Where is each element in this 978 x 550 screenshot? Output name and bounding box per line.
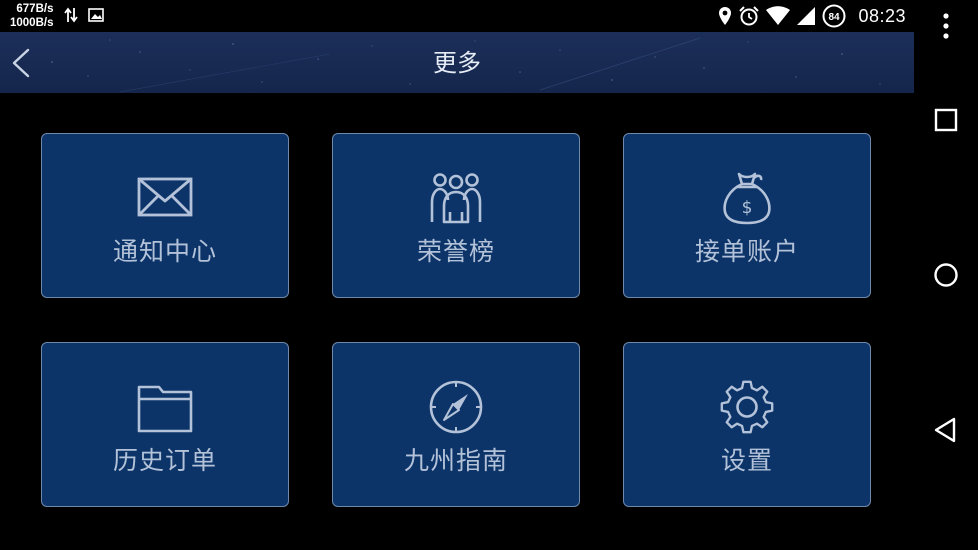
folder-icon xyxy=(137,385,193,433)
money-bag-icon: $ xyxy=(723,172,771,225)
tile-label: 通知中心 xyxy=(112,237,217,266)
tile-label: 荣誉榜 xyxy=(416,237,495,266)
page-title: 更多 xyxy=(433,49,481,77)
tile-label: 九州指南 xyxy=(403,446,508,475)
signal-icon xyxy=(797,7,816,25)
overflow-menu-icon[interactable] xyxy=(930,10,962,42)
tile-honor-board[interactable]: 荣誉榜 xyxy=(332,133,580,298)
alarm-icon xyxy=(739,6,760,26)
tile-settings[interactable]: 设置 xyxy=(623,342,871,507)
net-speed-down: 1000B/s xyxy=(10,17,54,29)
location-pin-icon xyxy=(719,7,732,25)
battery-icon: 84 xyxy=(822,4,846,28)
battery-level: 84 xyxy=(829,12,841,23)
gear-icon xyxy=(720,380,774,434)
gallery-icon xyxy=(88,8,104,22)
status-bar: 677B/s 1000B/s 84 08:23 xyxy=(0,0,914,32)
tile-order-account[interactable]: $ 接单账户 xyxy=(623,133,871,298)
wifi-icon xyxy=(766,6,791,25)
arrows-updown-icon xyxy=(64,7,78,23)
status-right-group: 84 08:23 xyxy=(718,0,906,32)
tile-label: 设置 xyxy=(720,446,773,475)
tile-label: 历史订单 xyxy=(112,446,217,475)
compass-icon xyxy=(429,380,483,434)
people-group-icon xyxy=(430,173,482,224)
tile-order-history[interactable]: 历史订单 xyxy=(41,342,289,507)
back-triangle-icon[interactable] xyxy=(930,414,962,446)
network-speed: 677B/s 1000B/s xyxy=(10,2,53,30)
clock: 08:23 xyxy=(858,5,906,26)
tile-notification-center[interactable]: 通知中心 xyxy=(41,133,289,298)
title-bar: 更多 xyxy=(0,32,914,93)
tile-label: 接单账户 xyxy=(694,237,799,266)
navigation-bar xyxy=(914,0,978,550)
svg-text:$: $ xyxy=(742,198,753,218)
home-circle-icon[interactable] xyxy=(930,259,962,291)
recents-square-icon[interactable] xyxy=(930,104,962,136)
net-speed-up: 677B/s xyxy=(16,3,54,15)
tile-jiuzhou-guide[interactable]: 九州指南 xyxy=(332,342,580,507)
envelope-icon xyxy=(137,177,193,217)
